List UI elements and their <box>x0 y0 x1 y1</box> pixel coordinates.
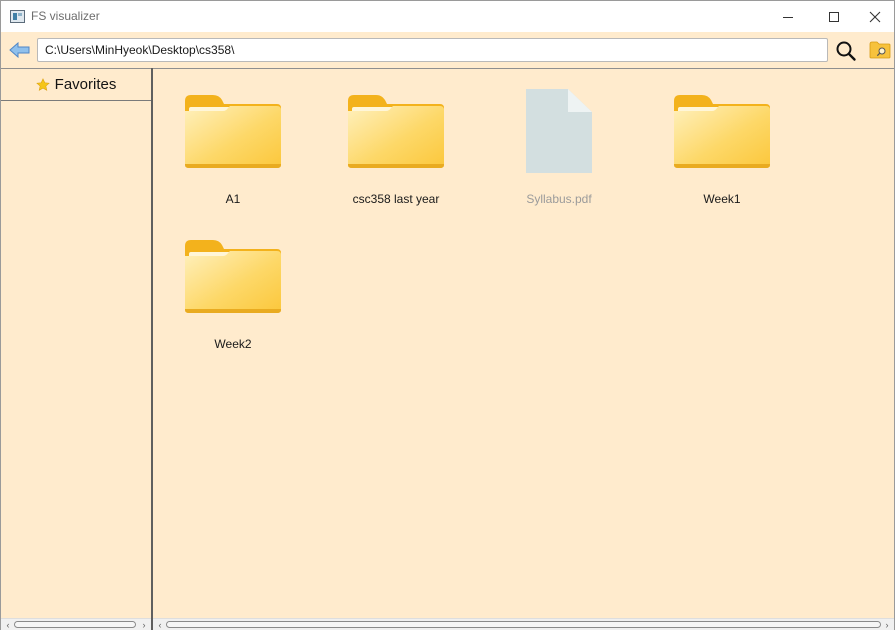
sidebar-item-favorites[interactable]: Favorites <box>1 69 151 101</box>
file-grid: A1 csc358 last year Syllabus.pdf Week1 W… <box>153 68 894 630</box>
folder-icon <box>183 87 283 171</box>
star-icon <box>35 77 50 91</box>
folder-search-icon <box>869 41 891 59</box>
item-label: Syllabus.pdf <box>526 192 592 206</box>
scroll-left-icon[interactable]: ‹ <box>3 620 13 630</box>
minimize-icon <box>783 16 793 18</box>
toolbar <box>1 32 894 68</box>
sidebar-horizontal-scrollbar[interactable]: ‹ › <box>1 618 151 630</box>
app-window: FS visualizer C:\Users\MinHyeok\Desktop\… <box>0 0 895 630</box>
scrollbar-thumb[interactable] <box>14 621 136 628</box>
browse-folder-button[interactable] <box>869 41 891 59</box>
path-input[interactable] <box>37 38 828 62</box>
folder-item-a1[interactable]: A1 <box>158 75 308 206</box>
folder-item-csc358-last-year[interactable]: csc358 last year <box>321 75 471 206</box>
scroll-right-icon[interactable]: › <box>882 620 892 630</box>
content-horizontal-scrollbar[interactable]: ‹ › <box>153 618 894 630</box>
favorites-label: Favorites <box>54 76 117 93</box>
sidebar: Favorites ‹ › <box>1 68 151 630</box>
item-label: csc358 last year <box>352 192 440 206</box>
folder-item-week2[interactable]: Week2 <box>158 220 308 351</box>
file-icon <box>509 85 609 177</box>
folder-item-week1[interactable]: Week1 <box>647 75 797 206</box>
window-title: FS visualizer <box>31 9 100 23</box>
minimize-button[interactable] <box>765 1 811 32</box>
folder-icon <box>346 87 446 171</box>
maximize-button[interactable] <box>811 1 857 32</box>
close-icon <box>869 11 881 22</box>
item-label: Week2 <box>214 337 252 351</box>
folder-icon <box>672 87 772 171</box>
search-button[interactable] <box>835 40 857 62</box>
scrollbar-thumb[interactable] <box>166 621 881 628</box>
folder-icon <box>183 232 283 316</box>
back-arrow-icon <box>9 41 30 59</box>
item-label: Week1 <box>703 192 741 206</box>
item-label: A1 <box>225 192 241 206</box>
file-item-syllabus[interactable]: Syllabus.pdf <box>484 75 634 206</box>
back-button[interactable] <box>9 41 31 59</box>
title-bar: FS visualizer <box>1 1 894 32</box>
scroll-right-icon[interactable]: › <box>139 620 149 630</box>
app-icon <box>10 10 25 23</box>
search-icon <box>836 41 856 61</box>
close-button[interactable] <box>856 1 894 32</box>
maximize-icon <box>829 11 839 22</box>
scroll-left-icon[interactable]: ‹ <box>155 620 165 630</box>
